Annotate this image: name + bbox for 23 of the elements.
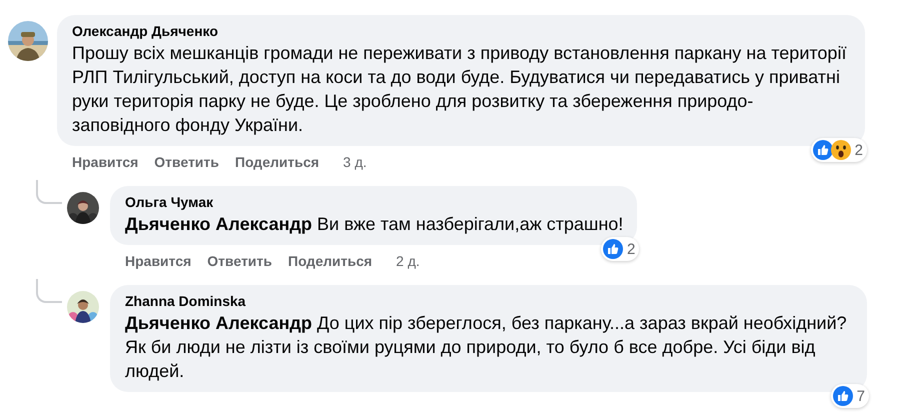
thumbs-up-icon <box>602 239 623 259</box>
author-name[interactable]: Олександр Дьяченко <box>72 23 851 39</box>
reaction-badge[interactable]: 7 <box>830 384 869 408</box>
thread-line <box>36 180 62 204</box>
comment-text: Прошу всіх мешканців громади не переживати з приводу встановлення паркану на території РЛП Тилігульський, доступ на коси та до води буде. Будуватися чи передаватись у приватні руки територія парку не буде. Це зроблено для розвитку та збереження природо-заповідного фонду України. <box>72 42 848 137</box>
action-link[interactable]: Нравится <box>72 154 138 170</box>
action-link[interactable]: Поделиться <box>235 154 320 170</box>
action-link[interactable]: Поделиться <box>288 253 372 269</box>
reaction-badge[interactable]: 2 <box>600 237 640 261</box>
action-link[interactable]: Ответить <box>154 154 219 170</box>
action-link[interactable]: Нравится <box>125 253 192 269</box>
thumbs-up-icon <box>812 140 833 160</box>
author-name[interactable]: Ольга Чумак <box>125 194 624 210</box>
author-name[interactable]: Zhanna Dominska <box>125 293 853 309</box>
action-link[interactable]: Ответить <box>207 253 272 269</box>
comment-time: 3 д. <box>343 154 367 170</box>
thumbs-up-icon <box>832 386 853 406</box>
comment-text: Дьяченко Александр До цих пір збереглося, без паркану...а зараз вкрай необхідний? Як би люди не лізти із своїми руцями до природи, то було б все добре. Усі біди від людей. <box>125 312 848 383</box>
reaction-badge[interactable]: 2 <box>810 138 867 162</box>
comment-time: 2 д. <box>396 253 420 269</box>
thread-line <box>36 279 62 303</box>
comment-text: Дьяченко Александр Ви вже там назберігали,аж страшно! <box>125 213 624 236</box>
surprised-emoji-icon <box>830 140 851 160</box>
